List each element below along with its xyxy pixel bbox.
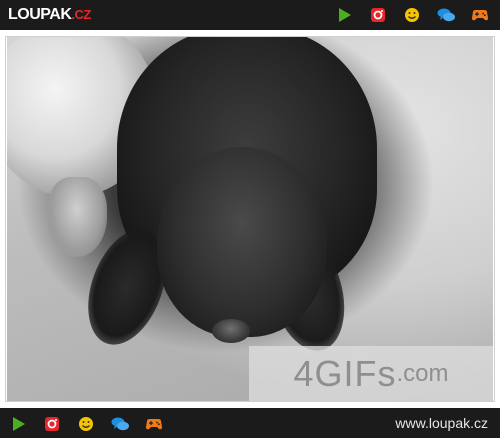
smiley-icon[interactable] <box>402 5 422 25</box>
watermark-suffix-text: .com <box>396 359 449 387</box>
play-icon[interactable] <box>8 414 28 434</box>
gamepad-icon[interactable] <box>470 5 490 25</box>
watermark-main-text: 4GIFs <box>293 352 397 394</box>
smiley-icon[interactable] <box>76 414 96 434</box>
chat-icon[interactable] <box>110 414 130 434</box>
bottom-icon-group <box>8 414 164 434</box>
top-bar: LOUPAK .CZ <box>0 0 500 30</box>
dog-nose-shape <box>212 319 250 343</box>
site-url-link[interactable]: www.loupak.cz <box>395 415 488 431</box>
chat-icon[interactable] <box>436 5 456 25</box>
dog-head-shape <box>157 147 327 337</box>
logo-tld-text: .CZ <box>71 7 91 22</box>
site-logo[interactable]: LOUPAK .CZ <box>8 6 91 24</box>
cat-paw-shape <box>47 177 107 257</box>
gamepad-icon[interactable] <box>144 414 164 434</box>
instagram-icon[interactable] <box>368 5 388 25</box>
bottom-bar: www.loupak.cz <box>0 408 500 438</box>
logo-main-text: LOUPAK <box>8 6 72 23</box>
top-icon-group <box>334 5 490 25</box>
gif-watermark: 4GIFs .com <box>249 346 493 401</box>
instagram-icon[interactable] <box>42 414 62 434</box>
play-icon[interactable] <box>334 5 354 25</box>
dog-gif-image[interactable]: 4GIFs .com <box>7 37 493 401</box>
